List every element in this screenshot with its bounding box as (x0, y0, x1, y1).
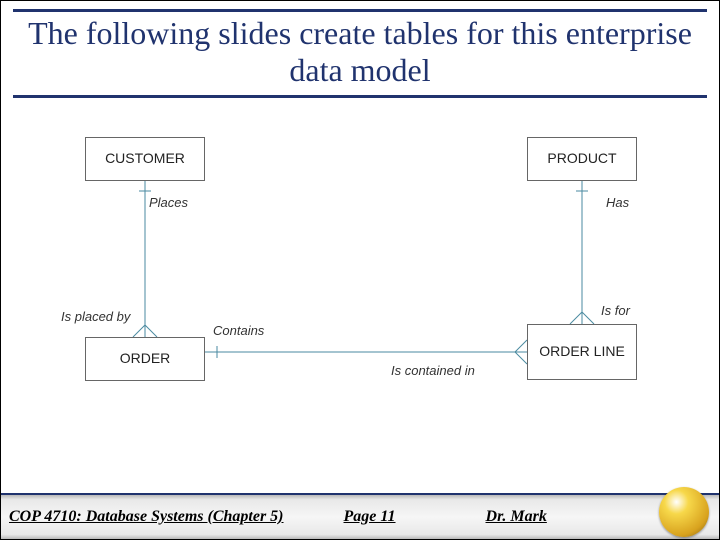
rel-places: Places (149, 195, 188, 210)
entity-order: ORDER (85, 337, 205, 381)
title-rule-bottom (13, 95, 707, 98)
ucf-logo (659, 487, 709, 537)
entity-order-line: ORDER LINE (527, 324, 637, 380)
slide-title: The following slides create tables for t… (23, 15, 697, 89)
footer-author: Dr. Mark (486, 508, 547, 526)
pegasus-icon (659, 487, 709, 537)
footer-text: COP 4710: Database Systems (Chapter 5) P… (9, 495, 599, 539)
rel-contains: Contains (213, 323, 264, 338)
title-rule-top (13, 9, 707, 12)
rel-is-for: Is for (601, 303, 630, 318)
rel-is-placed-by: Is placed by (61, 309, 130, 324)
footer: COP 4710: Database Systems (Chapter 5) P… (1, 493, 719, 539)
er-diagram: CUSTOMER PRODUCT ORDER ORDER LINE Places… (61, 121, 661, 451)
footer-page: Page 11 (344, 508, 396, 526)
footer-course: COP 4710: Database Systems (Chapter 5) (9, 508, 284, 526)
rel-has: Has (606, 195, 629, 210)
slide: The following slides create tables for t… (0, 0, 720, 540)
entity-product: PRODUCT (527, 137, 637, 181)
entity-customer: CUSTOMER (85, 137, 205, 181)
rel-is-contained-in: Is contained in (391, 363, 475, 378)
